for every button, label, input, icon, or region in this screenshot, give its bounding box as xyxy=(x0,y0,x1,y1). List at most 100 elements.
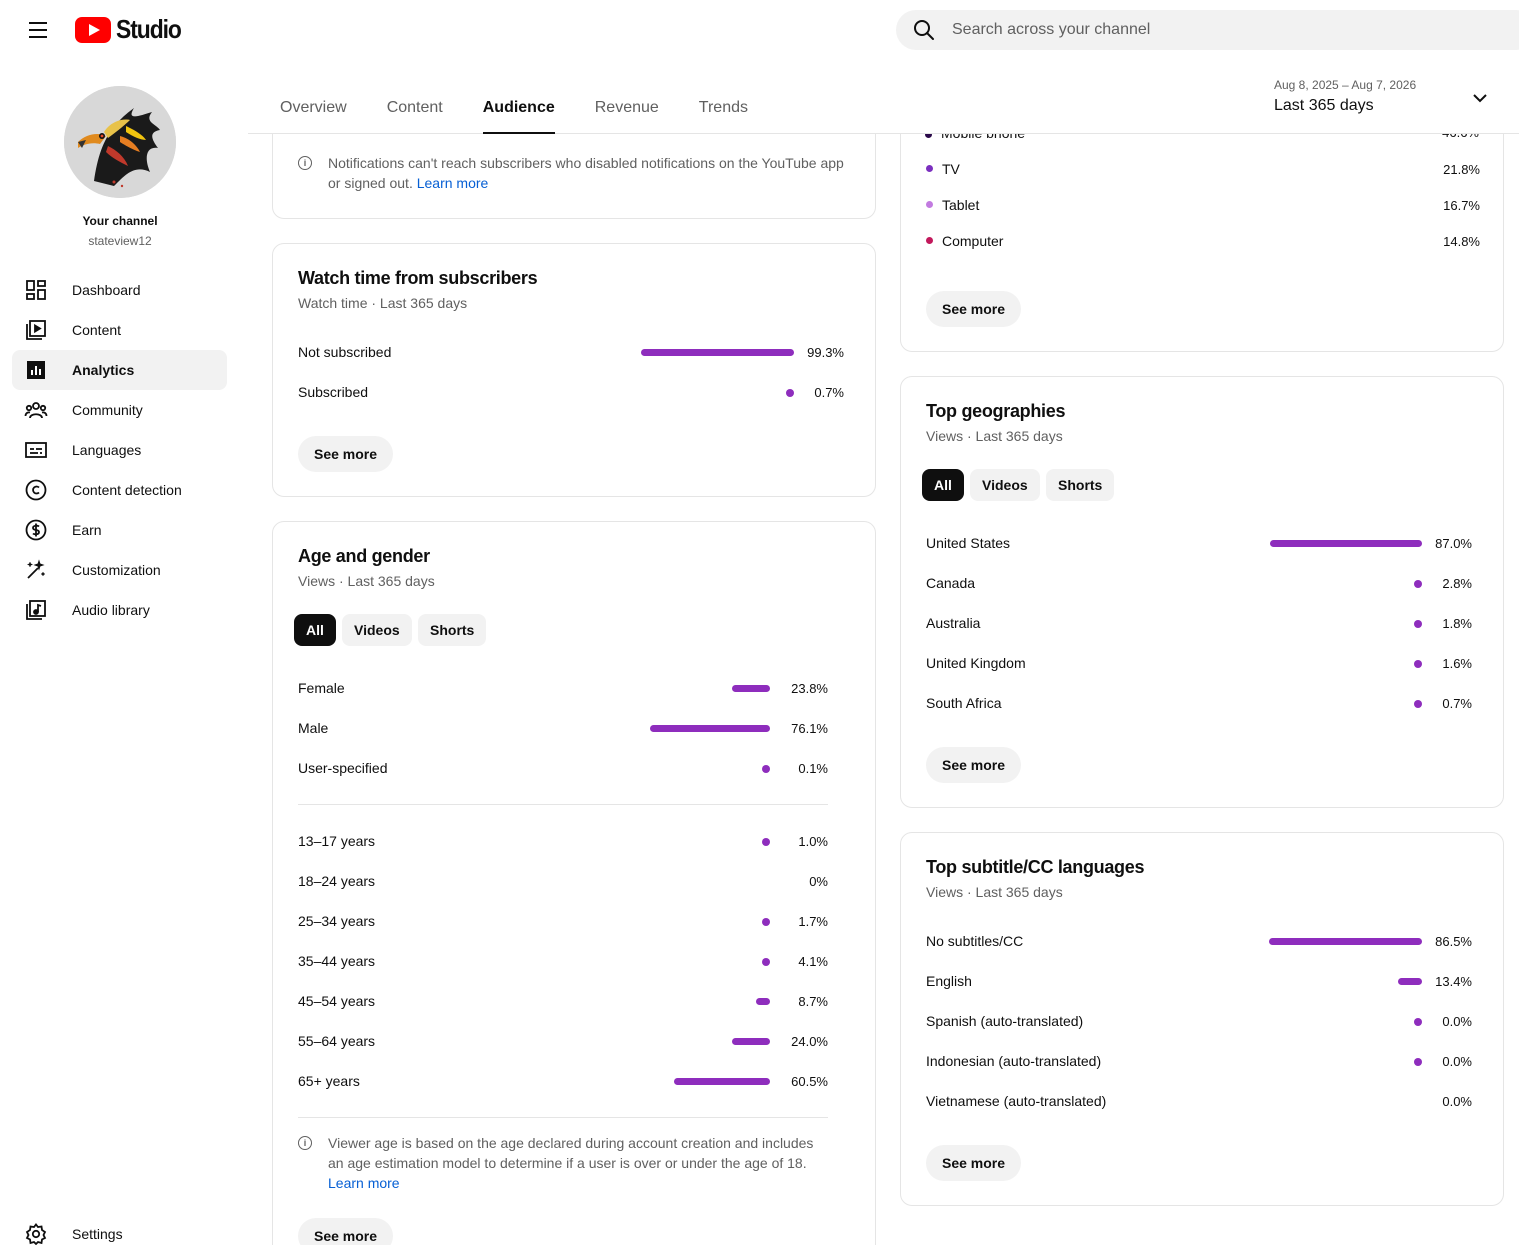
sidebar-item-analytics[interactable]: Analytics xyxy=(12,350,227,390)
bar-dot xyxy=(762,958,770,966)
row-value: 0% xyxy=(809,874,828,889)
row-value: 1.0% xyxy=(798,834,828,849)
bar xyxy=(732,685,770,692)
chevron-down-icon[interactable] xyxy=(1470,88,1490,113)
menu-icon[interactable] xyxy=(20,12,56,48)
sidebar-item-community[interactable]: Community xyxy=(12,390,227,430)
row-label: Spanish (auto-translated) xyxy=(926,1013,1084,1029)
row-label: 65+ years xyxy=(298,1073,360,1089)
bar-dot xyxy=(1414,620,1422,628)
bar-dot xyxy=(1414,1018,1422,1026)
dashboard-icon xyxy=(12,270,60,310)
sidebar: Your channel stateview12 Dashboard Conte… xyxy=(0,60,248,1245)
tabs: Overview Content Audience Revenue Trends xyxy=(280,60,788,134)
device-label: Computer xyxy=(942,233,1004,249)
top-bar: Studio xyxy=(0,0,1519,60)
tab-revenue[interactable]: Revenue xyxy=(595,60,659,134)
bar-dot xyxy=(762,918,770,926)
card-subtitle: Views · Last 365 days xyxy=(926,428,1063,444)
row-label: Vietnamese (auto-translated) xyxy=(926,1093,1107,1109)
sidebar-item-label: Languages xyxy=(72,442,142,458)
see-more-button[interactable]: See more xyxy=(926,1145,1022,1181)
bar xyxy=(649,725,770,732)
sidebar-item-dashboard[interactable]: Dashboard xyxy=(12,270,227,310)
row-label: 13–17 years xyxy=(298,833,376,849)
sidebar-item-content-detection[interactable]: Content detection xyxy=(12,470,227,510)
chip-shorts[interactable]: Shorts xyxy=(1046,469,1115,501)
subtitle-languages-card: Top subtitle/CC languages Views · Last 3… xyxy=(900,832,1504,1206)
sidebar-item-label: Content detection xyxy=(72,482,182,498)
settings-label: Settings xyxy=(72,1226,123,1242)
sidebar-item-settings[interactable]: Settings xyxy=(12,1214,227,1245)
chip-all[interactable]: All xyxy=(922,469,964,501)
search-bar[interactable] xyxy=(896,10,1519,50)
settings-row[interactable]: Settings xyxy=(12,1214,227,1245)
magic-wand-icon xyxy=(12,550,60,590)
device-value: 14.8% xyxy=(1443,234,1480,249)
watch-time-card: Watch time from subscribers Watch time ·… xyxy=(272,243,876,497)
sidebar-item-earn[interactable]: Earn xyxy=(12,510,227,550)
see-more-button[interactable]: See more xyxy=(926,747,1022,783)
sidebar-item-customization[interactable]: Customization xyxy=(12,550,227,590)
device-value: 21.8% xyxy=(1443,162,1480,177)
chip-all[interactable]: All xyxy=(294,614,336,646)
row-label: South Africa xyxy=(926,695,1002,711)
legend-dot xyxy=(926,165,933,172)
chip-shorts[interactable]: Shorts xyxy=(418,614,487,646)
row-label: United States xyxy=(926,535,1011,551)
row-label: 55–64 years xyxy=(298,1033,376,1049)
row-value: 60.5% xyxy=(791,1074,828,1089)
notifications-info-text: Notifications can't reach subscribers wh… xyxy=(328,155,844,191)
learn-more-link[interactable]: Learn more xyxy=(417,175,489,191)
age-info-text: Viewer age is based on the age declared … xyxy=(328,1135,814,1191)
bar xyxy=(674,1078,770,1085)
row-label: No subtitles/CC xyxy=(926,933,1024,949)
row-label: 45–54 years xyxy=(298,993,376,1009)
tab-audience[interactable]: Audience xyxy=(482,60,555,134)
sidebar-item-languages[interactable]: Languages xyxy=(12,430,227,470)
row-label: 35–44 years xyxy=(298,953,376,969)
search-icon[interactable] xyxy=(896,18,952,42)
bar-dot xyxy=(1414,660,1422,668)
row-value: 1.7% xyxy=(798,914,828,929)
channel-handle: stateview12 xyxy=(88,234,152,248)
bar-dot xyxy=(1414,580,1422,588)
channel-avatar[interactable] xyxy=(64,86,176,198)
tab-content[interactable]: Content xyxy=(387,60,443,134)
card-subtitle: Watch time · Last 365 days xyxy=(298,295,468,311)
copyright-icon xyxy=(12,470,60,510)
row-label: Female xyxy=(298,680,345,696)
row-label: English xyxy=(926,973,972,989)
date-range-picker[interactable]: Aug 8, 2025 – Aug 7, 2026 Last 365 days xyxy=(1274,78,1504,122)
search-input[interactable] xyxy=(952,21,1452,39)
chip-videos[interactable]: Videos xyxy=(970,469,1040,501)
sidebar-item-audio-library[interactable]: Audio library xyxy=(12,590,227,630)
bar xyxy=(1398,978,1422,985)
learn-more-link[interactable]: Learn more xyxy=(328,1175,400,1191)
info-icon: i xyxy=(298,1136,312,1150)
bar xyxy=(1269,540,1422,547)
info-icon: i xyxy=(298,156,312,170)
audio-library-icon xyxy=(12,590,60,630)
see-more-button[interactable]: See more xyxy=(298,436,394,472)
chip-videos[interactable]: Videos xyxy=(342,614,412,646)
tab-trends[interactable]: Trends xyxy=(699,60,748,134)
bar-dot xyxy=(762,765,770,773)
studio-logo[interactable]: Studio xyxy=(75,14,190,45)
bar xyxy=(1268,938,1422,945)
divider xyxy=(298,804,828,805)
see-more-button[interactable]: See more xyxy=(926,291,1022,327)
row-label: User-specified xyxy=(298,760,388,776)
sidebar-item-label: Earn xyxy=(72,522,102,538)
bar-dot xyxy=(1414,700,1422,708)
gear-icon xyxy=(12,1214,60,1245)
content-icon xyxy=(12,310,60,350)
logo-text: Studio xyxy=(116,14,182,44)
community-icon xyxy=(12,390,60,430)
tab-overview[interactable]: Overview xyxy=(280,60,347,134)
sidebar-item-content[interactable]: Content xyxy=(12,310,227,350)
card-title: Top subtitle/CC languages xyxy=(926,857,1145,877)
row-value: 0.0% xyxy=(1442,1094,1472,1109)
see-more-button[interactable]: See more xyxy=(298,1218,394,1245)
row-label: 18–24 years xyxy=(298,873,376,889)
